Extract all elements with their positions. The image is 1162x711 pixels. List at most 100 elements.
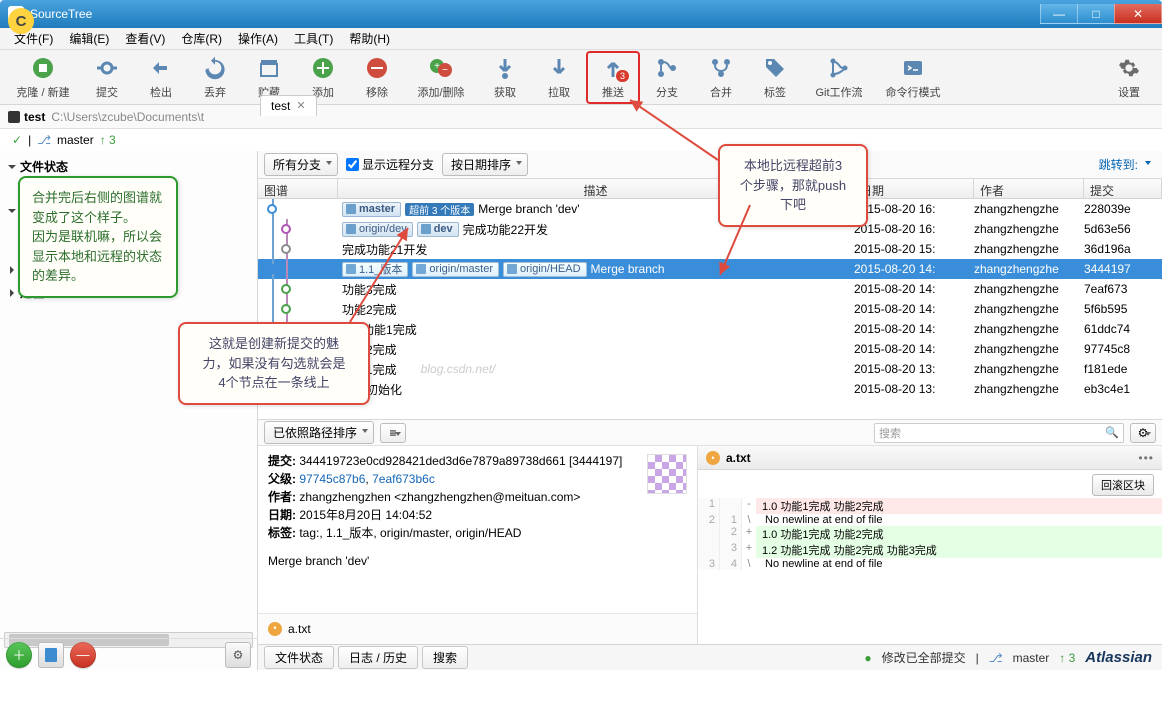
- menu-工具[interactable]: 工具(T): [286, 28, 341, 49]
- commit-hash: 5f6b595: [1084, 302, 1162, 316]
- addremove-icon: +−: [428, 55, 454, 81]
- bottom-tab[interactable]: 搜索: [422, 646, 468, 669]
- minimize-button[interactable]: —: [1040, 4, 1078, 24]
- changed-file-row[interactable]: • a.txt: [258, 613, 697, 644]
- maximize-button[interactable]: □: [1077, 4, 1115, 24]
- tab-test[interactable]: test ✕: [260, 95, 317, 116]
- commit-row[interactable]: 1.1 功能1完成 2015-08-20 14: zhangzhengzhe 6…: [258, 319, 1162, 339]
- commit-button[interactable]: 提交: [80, 51, 134, 104]
- branch-icon: [346, 224, 356, 234]
- show-remote-checkbox-input[interactable]: [346, 158, 359, 171]
- branch-button[interactable]: 分支: [640, 51, 694, 104]
- commit-row[interactable]: 1.1_版本origin/masterorigin/HEADMerge bran…: [258, 259, 1162, 279]
- commit-author: zhangzhengzhe: [974, 242, 1084, 256]
- toolbar-label: 克隆 / 新建: [16, 84, 69, 100]
- sidebar-settings-button[interactable]: ⚙: [225, 642, 251, 668]
- diff-settings-button[interactable]: ⚙: [1130, 423, 1156, 443]
- add-repo-button[interactable]: ＋: [6, 642, 32, 668]
- repo-name: test: [24, 110, 45, 124]
- add-folder-button[interactable]: [38, 642, 64, 668]
- search-input[interactable]: 搜索 🔍: [874, 423, 1124, 443]
- tag-button[interactable]: 标签: [748, 51, 802, 104]
- search-icon: 🔍: [1105, 426, 1119, 439]
- col-author[interactable]: 作者: [974, 179, 1084, 198]
- col-hash[interactable]: 提交: [1084, 179, 1162, 198]
- commit-row[interactable]: 功能3完成 2015-08-20 14: zhangzhengzhe 7eaf6…: [258, 279, 1162, 299]
- addremove-button[interactable]: +− 添加/删除: [404, 51, 478, 104]
- parent-link[interactable]: 97745c87b6: [299, 472, 365, 486]
- merge-button[interactable]: 合并: [694, 51, 748, 104]
- commit-row[interactable]: 功能2完成 2015-08-20 14: zhangzhengzhe 97745…: [258, 339, 1162, 359]
- branch-filter-dropdown[interactable]: 所有分支: [264, 153, 338, 176]
- gitflow-icon: [826, 55, 852, 81]
- jump-to-dropdown[interactable]: 跳转到:: [1099, 156, 1156, 173]
- avatar: [647, 454, 687, 494]
- diff-line[interactable]: 34\ No newline at end of file: [698, 558, 1162, 570]
- diff-line[interactable]: 1-1.0 功能1完成 功能2完成: [698, 498, 1162, 514]
- commit-hash: eb3c4e1: [1084, 382, 1162, 396]
- commit-author: zhangzhengzhe: [974, 382, 1084, 396]
- ref-tag: origin/dev: [342, 222, 413, 237]
- toolbar: 克隆 / 新建提交检出丢弃贮藏添加移除+−添加/删除获取拉取推送3分支合并标签G…: [0, 50, 1162, 105]
- diff-line[interactable]: 2+1.0 功能1完成 功能2完成: [698, 526, 1162, 542]
- commit-row[interactable]: 功能1完成blog.csdn.net/ 2015-08-20 13: zhang…: [258, 359, 1162, 379]
- close-button[interactable]: ✕: [1114, 4, 1162, 24]
- menu-仓库[interactable]: 仓库(R): [173, 28, 230, 49]
- commit-info: 提交: 344419723e0cd928421ded3d6e7879a89738…: [258, 446, 698, 644]
- commit-desc: 完成功能22开发: [463, 221, 548, 238]
- menu-编辑[interactable]: 编辑(E): [61, 28, 117, 49]
- diff-line[interactable]: 21\ No newline at end of file: [698, 514, 1162, 526]
- parent-link[interactable]: 7eaf673b6c: [372, 472, 435, 486]
- close-icon[interactable]: ✕: [296, 99, 305, 112]
- toolbar-label: 分支: [656, 84, 678, 100]
- toolbar-label: 丢弃: [204, 84, 226, 100]
- remove-button[interactable]: —: [70, 642, 96, 668]
- revert-hunk-button[interactable]: 回滚区块: [1092, 474, 1154, 496]
- toolbar-label: 提交: [96, 84, 118, 100]
- commit-row[interactable]: 项目初始化 2015-08-20 13: zhangzhengzhe eb3c4…: [258, 379, 1162, 399]
- bottom-tab[interactable]: 日志 / 历史: [338, 646, 418, 669]
- fetch-button[interactable]: 获取: [478, 51, 532, 104]
- checkout-button[interactable]: 检出: [134, 51, 188, 104]
- branch-icon: [346, 264, 356, 274]
- push-button[interactable]: 推送3: [586, 51, 640, 104]
- commit-hash: 61ddc74: [1084, 322, 1162, 336]
- col-date[interactable]: 日期: [854, 179, 974, 198]
- settings-button[interactable]: 设置: [1102, 51, 1156, 104]
- annotation-green: 合并完后右侧的图谱就 变成了这个样子。 因为是联机嘛，所以会 显示本地和远程的状…: [18, 176, 178, 298]
- toolbar-label: Git工作流: [815, 84, 862, 100]
- section-filestatus[interactable]: 文件状态: [10, 155, 257, 178]
- annotation-badge-c: C: [8, 8, 34, 34]
- commit-row[interactable]: 完成功能21开发 2015-08-20 15: zhangzhengzhe 36…: [258, 239, 1162, 259]
- remove-icon: [364, 55, 390, 81]
- show-remote-checkbox[interactable]: 显示远程分支: [346, 156, 434, 173]
- col-graph[interactable]: 图谱: [258, 179, 338, 198]
- branch-icon: [507, 264, 517, 274]
- discard-button[interactable]: 丢弃: [188, 51, 242, 104]
- bottom-tab[interactable]: 文件状态: [264, 646, 334, 669]
- gitflow-button[interactable]: Git工作流: [802, 51, 876, 104]
- commit-row[interactable]: 功能2完成 2015-08-20 14: zhangzhengzhe 5f6b5…: [258, 299, 1162, 319]
- more-icon[interactable]: •••: [1138, 451, 1154, 465]
- branch-icon: [416, 264, 426, 274]
- menu-查看[interactable]: 查看(V): [117, 28, 173, 49]
- pull-button[interactable]: 拉取: [532, 51, 586, 104]
- path-order-dropdown[interactable]: 已依照路径排序: [264, 421, 374, 444]
- add-icon: [310, 55, 336, 81]
- menu-帮助[interactable]: 帮助(H): [341, 28, 398, 49]
- menu-操作[interactable]: 操作(A): [230, 28, 286, 49]
- breadcrumb: test C:\Users\zcube\Documents\t: [0, 105, 1162, 129]
- branch-icon: [654, 55, 680, 81]
- clone-button[interactable]: 克隆 / 新建: [6, 51, 80, 104]
- commit-row[interactable]: origin/devdev完成功能22开发 2015-08-20 16: zha…: [258, 219, 1162, 239]
- terminal-button[interactable]: 命令行模式: [876, 51, 950, 104]
- toolbar-label: 添加/删除: [417, 84, 464, 100]
- diff-line[interactable]: 3+1.2 功能1完成 功能2完成 功能3完成: [698, 542, 1162, 558]
- detail-pane: 已依照路径排序 ≡ 搜索 🔍 ⚙ 提交: 344419723e0cd928421…: [258, 419, 1162, 644]
- commit-date: 2015-08-20 13:: [854, 382, 974, 396]
- remove-button[interactable]: 移除: [350, 51, 404, 104]
- view-mode-button[interactable]: ≡: [380, 423, 406, 443]
- commit-icon: [94, 55, 120, 81]
- sort-dropdown[interactable]: 按日期排序: [442, 153, 528, 176]
- commit-row[interactable]: master超前 3 个版本Merge branch 'dev' 2015-08…: [258, 199, 1162, 219]
